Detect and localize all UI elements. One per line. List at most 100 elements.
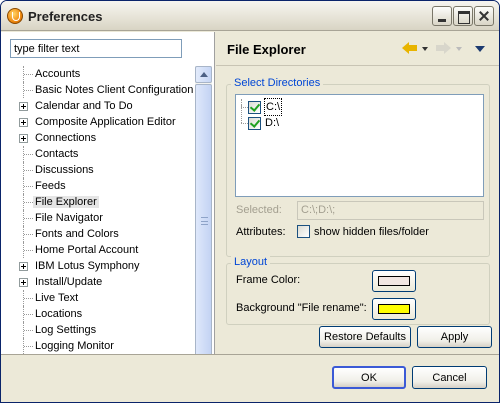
- tree-item-label[interactable]: Discussions: [35, 164, 94, 176]
- tree-guide-line: [24, 186, 33, 187]
- tree-item-label[interactable]: Live Text: [35, 292, 78, 304]
- directory-checkbox[interactable]: [248, 101, 261, 114]
- tree-item[interactable]: Calendar and To Do: [15, 98, 195, 114]
- tree-item-label[interactable]: File Explorer: [33, 196, 99, 208]
- directory-label[interactable]: D:\: [265, 115, 279, 131]
- dialog-footer: OK Cancel: [1, 354, 499, 402]
- window-title: Preferences: [28, 9, 103, 24]
- tree-item-label[interactable]: Home Portal Account: [35, 244, 138, 256]
- directory-label[interactable]: C:\: [263, 98, 283, 116]
- background-file-rename-label: Background "File rename":: [236, 302, 367, 314]
- back-dropdown-icon[interactable]: [422, 47, 428, 51]
- tree-item-label[interactable]: Fonts and Colors: [35, 228, 119, 240]
- tree-guide-line: [24, 170, 33, 171]
- tree-guide-line: [241, 105, 242, 123]
- tree-item-label[interactable]: Accounts: [35, 68, 80, 80]
- tree-item[interactable]: Contacts: [15, 146, 195, 162]
- tree-guide-line: [24, 90, 33, 91]
- preference-navigation: Accounts Basic Notes Client Configuration…: [1, 32, 215, 384]
- layout-legend: Layout: [231, 256, 271, 268]
- app-icon: [7, 8, 23, 24]
- tree-item[interactable]: Connections: [15, 130, 195, 146]
- tree-item-label[interactable]: Contacts: [35, 148, 78, 160]
- forward-arrow-icon: [436, 42, 452, 55]
- tree-item[interactable]: File Explorer: [15, 194, 195, 210]
- tree-guide-line: [241, 107, 248, 108]
- tree-guide-line: [24, 234, 33, 235]
- tree-item-label[interactable]: Logging Monitor: [35, 340, 114, 352]
- filter-input[interactable]: [10, 39, 182, 58]
- expand-plus-icon[interactable]: [19, 118, 28, 127]
- title-bar[interactable]: Preferences: [1, 1, 499, 31]
- preference-tree: Accounts Basic Notes Client Configuration…: [15, 66, 195, 354]
- scroll-up-button[interactable]: [195, 66, 212, 83]
- tree-item[interactable]: File Navigator: [15, 210, 195, 226]
- tree-item[interactable]: Install/Update: [15, 274, 195, 290]
- frame-color-button[interactable]: [372, 270, 416, 292]
- tree-guide-line: [24, 154, 33, 155]
- scroll-thumb[interactable]: [195, 84, 212, 358]
- tree-item[interactable]: Home Portal Account: [15, 242, 195, 258]
- tree-item-label[interactable]: Basic Notes Client Configuration: [35, 84, 193, 96]
- tree-item-label[interactable]: Composite Application Editor: [35, 116, 176, 128]
- background-color-swatch: [378, 304, 410, 314]
- frame-color-swatch: [378, 276, 410, 286]
- apply-button[interactable]: Apply: [417, 326, 492, 348]
- tree-item[interactable]: Log Settings: [15, 322, 195, 338]
- tree-item[interactable]: Logging Monitor: [15, 338, 195, 354]
- tree-item[interactable]: Locations: [15, 306, 195, 322]
- show-hidden-label[interactable]: show hidden files/folder: [314, 226, 429, 238]
- ok-button[interactable]: OK: [332, 366, 406, 389]
- tree-guide-line: [241, 123, 248, 124]
- directory-checkbox[interactable]: [248, 117, 261, 130]
- tree-item-label[interactable]: Locations: [35, 308, 82, 320]
- tree-item-label[interactable]: IBM Lotus Symphony: [35, 260, 140, 272]
- show-hidden-checkbox-box[interactable]: [297, 225, 310, 238]
- restore-defaults-button[interactable]: Restore Defaults: [319, 326, 411, 348]
- preference-page: File Explorer Select Directories C:\ D:\ …: [216, 32, 499, 354]
- tree-guide-line: [24, 74, 33, 75]
- tree-item-label[interactable]: File Navigator: [35, 212, 103, 224]
- attributes-label: Attributes:: [236, 226, 286, 238]
- tree-item-label[interactable]: Log Settings: [35, 324, 96, 336]
- tree-guide-line: [24, 330, 33, 331]
- show-hidden-checkbox[interactable]: show hidden files/folder: [297, 225, 429, 241]
- tree-item-label[interactable]: Feeds: [35, 180, 66, 192]
- layout-group: Layout Frame Color: Background "File ren…: [226, 256, 490, 325]
- back-arrow-icon[interactable]: [402, 42, 418, 55]
- maximize-button[interactable]: [453, 6, 473, 26]
- grip-icon: [201, 217, 208, 225]
- select-directories-legend: Select Directories: [231, 77, 324, 89]
- minimize-button[interactable]: [432, 6, 452, 26]
- tree-item[interactable]: Live Text: [15, 290, 195, 306]
- tree-guide-line: [24, 346, 33, 347]
- view-menu-icon[interactable]: [475, 46, 485, 52]
- tree-item[interactable]: Basic Notes Client Configuration: [15, 82, 195, 98]
- page-title: File Explorer: [227, 42, 306, 57]
- tree-item-label[interactable]: Install/Update: [35, 276, 102, 288]
- background-color-button[interactable]: [372, 298, 416, 320]
- select-directories-group: Select Directories C:\ D:\ Selected: C:\;…: [226, 77, 490, 257]
- tree-item[interactable]: Discussions: [15, 162, 195, 178]
- tree-item-label[interactable]: Calendar and To Do: [35, 100, 133, 112]
- close-button[interactable]: [474, 6, 494, 26]
- tree-item[interactable]: Feeds: [15, 178, 195, 194]
- directory-list: C:\ D:\: [235, 94, 484, 197]
- tree-item[interactable]: Fonts and Colors: [15, 226, 195, 242]
- expand-plus-icon[interactable]: [19, 278, 28, 287]
- tree-item[interactable]: Accounts: [15, 66, 195, 82]
- tree-guide-line: [24, 298, 33, 299]
- expand-plus-icon[interactable]: [19, 262, 28, 271]
- tree-item[interactable]: Composite Application Editor: [15, 114, 195, 130]
- tree-item[interactable]: IBM Lotus Symphony: [15, 258, 195, 274]
- tree-guide-line: [24, 218, 33, 219]
- tree-scrollbar[interactable]: [195, 66, 212, 384]
- page-header: File Explorer: [216, 32, 499, 66]
- frame-color-label: Frame Color:: [236, 274, 301, 286]
- tree-item-label[interactable]: Connections: [35, 132, 96, 144]
- expand-plus-icon[interactable]: [19, 102, 28, 111]
- selected-field: C:\;D:\;: [297, 201, 484, 220]
- preferences-window: Preferences Accounts Basic Notes Client C…: [0, 0, 500, 403]
- cancel-button[interactable]: Cancel: [412, 366, 487, 389]
- expand-plus-icon[interactable]: [19, 134, 28, 143]
